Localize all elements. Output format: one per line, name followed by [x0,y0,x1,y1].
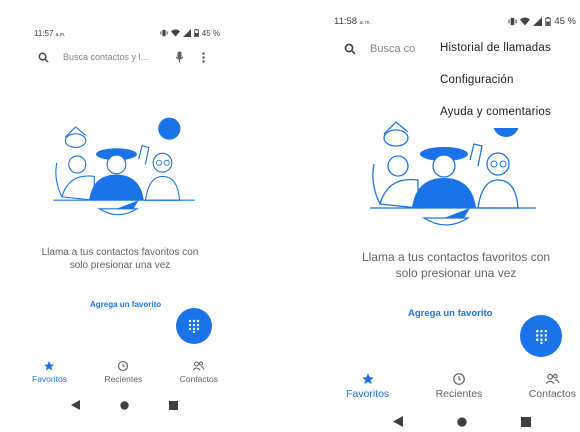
battery-icon [193,29,199,37]
contacts-icon [192,361,205,371]
search-input[interactable]: Busca co [370,43,415,55]
system-navigation [4,400,226,410]
menu-item-call-history[interactable]: Historial de llamadas [426,32,580,64]
status-icons: 45 % [160,29,220,38]
more-vert-icon[interactable] [202,51,205,63]
status-bar: 11:58 a. m. 45 % [322,10,580,32]
home-icon[interactable] [457,416,467,427]
screenshot-gap [226,0,322,432]
bottom-navigation: Favoritos Recientes Contactos [4,360,226,384]
add-favorite-link[interactable]: Agrega un favorito [90,300,161,309]
status-time: 11:58 a. m. [334,15,371,27]
tab-recents[interactable]: Recientes [435,372,483,400]
tab-label: Recientes [104,374,143,384]
signal-icon [533,16,543,26]
status-bar: 11:57 a.m. 45 % [4,22,226,44]
search-bar[interactable]: Busca contactos y l... [38,46,218,68]
wifi-icon [170,29,180,37]
vibrate-icon [508,17,517,25]
battery-icon [545,16,552,26]
wifi-icon [520,17,531,25]
back-icon[interactable] [393,416,403,427]
back-icon[interactable] [70,400,80,410]
status-icons: 45 % [508,16,576,27]
tab-recents[interactable]: Recientes [104,360,142,384]
add-favorite-link[interactable]: Agrega un favorito [408,308,492,319]
dialpad-button[interactable] [176,308,212,344]
tab-label: Contactos [179,374,218,384]
search-icon [344,43,356,55]
vibrate-icon [160,29,168,37]
tab-contacts[interactable]: Contactos [529,372,576,400]
status-time: 11:57 a.m. [34,28,66,38]
battery-level: 45 % [201,28,220,38]
empty-favorites-message: Llama a tus contactos favoritos con solo… [361,250,551,280]
bottom-navigation: Favoritos Recientes Contactos [322,372,580,400]
star-icon [44,361,55,371]
tab-label: Contactos [528,388,576,400]
mic-icon[interactable] [175,51,184,63]
favorites-illustration [53,117,195,216]
menu-item-settings[interactable]: Configuración [426,64,580,96]
overflow-menu: Historial de llamadas Configuración Ayud… [426,30,580,128]
dialpad-icon [188,319,200,333]
clock-icon [453,373,465,385]
menu-item-help-feedback[interactable]: Ayuda y comentarios [426,96,580,128]
phone-screen-right: 11:58 a. m. 45 % Busca co Historial de l… [322,0,580,432]
clock-icon [118,360,129,372]
star-icon [361,373,374,385]
search-icon [38,52,49,63]
phone-screen-left: 11:57 a.m. 45 % Busca contactos y l... L… [4,0,226,428]
system-navigation [322,416,580,427]
tab-label: Favoritos [346,388,390,400]
search-input[interactable]: Busca contactos y l... [63,52,163,62]
battery-level: 45 % [554,15,576,27]
tab-label: Favoritos [32,374,67,384]
tab-favorites[interactable]: Favoritos [346,372,389,400]
dialpad-button[interactable] [520,315,562,357]
signal-icon [182,29,191,37]
contacts-icon [545,373,560,385]
tab-label: Recientes [435,388,483,400]
home-icon[interactable] [119,400,129,410]
tab-contacts[interactable]: Contactos [180,360,218,384]
tab-favorites[interactable]: Favoritos [32,360,67,384]
empty-favorites-message: Llama a tus contactos favoritos con solo… [41,247,199,271]
recents-icon[interactable] [521,416,531,427]
dialpad-icon [535,329,547,344]
recents-icon[interactable] [168,400,178,410]
